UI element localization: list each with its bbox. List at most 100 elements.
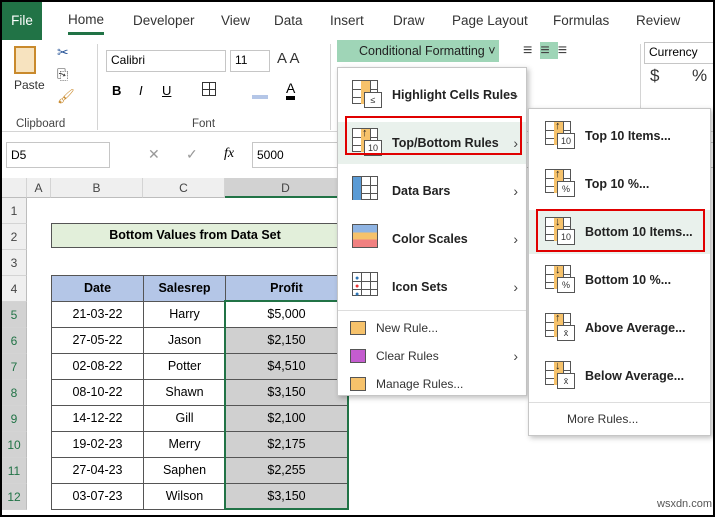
tab-developer[interactable]: Developer — [133, 2, 195, 40]
cut-icon[interactable]: ✂ — [57, 44, 69, 61]
grid-icon — [352, 224, 378, 248]
menu-item-label: New Rule... — [376, 321, 439, 335]
tab-review[interactable]: Review — [636, 2, 680, 40]
underline-button[interactable]: U — [162, 83, 171, 98]
tab-insert[interactable]: Insert — [330, 2, 364, 40]
bold-button[interactable]: B — [112, 83, 121, 98]
enter-icon[interactable]: ✓ — [186, 146, 198, 163]
table-cell[interactable]: Merry — [143, 431, 226, 458]
column-header-d[interactable]: D — [225, 178, 347, 198]
table-cell[interactable]: 14-12-22 — [51, 405, 144, 432]
row-header[interactable]: 4 — [2, 276, 27, 302]
table-cell[interactable]: 08-10-22 — [51, 379, 144, 406]
tab-data[interactable]: Data — [274, 2, 303, 40]
table-title: Bottom Values from Data Set — [51, 223, 339, 248]
row-header[interactable]: 9 — [2, 406, 27, 432]
table-cell[interactable]: 19-02-23 — [51, 431, 144, 458]
row-header[interactable]: 10 — [2, 432, 27, 458]
column-header-b[interactable]: B — [51, 178, 143, 198]
submenu-item-label: Bottom 10 %... — [585, 273, 672, 287]
badge-icon: ≤ — [364, 92, 382, 108]
row-header[interactable]: 7 — [2, 354, 27, 380]
paste-button[interactable]: Paste — [14, 78, 45, 92]
accounting-format-button[interactable]: $ — [650, 66, 659, 86]
tab-page-layout[interactable]: Page Layout — [452, 2, 528, 40]
conditional-formatting-button[interactable]: Conditional Formatting ˅ — [337, 40, 499, 62]
table-cell[interactable]: Wilson — [143, 483, 226, 510]
select-all[interactable] — [2, 178, 27, 198]
alignment-icons[interactable]: ≡≡≡ — [523, 42, 575, 60]
submenu-item-top-10-items[interactable]: ↑ 10 Top 10 Items... — [529, 114, 710, 158]
column-header-a[interactable]: A — [27, 178, 51, 198]
row-header[interactable]: 6 — [2, 328, 27, 354]
menu-item-highlight-cells-rules[interactable]: ≤ Highlight Cells Rules › — [338, 74, 526, 116]
menu-item-icon-sets[interactable]: ● ● ● Icon Sets › — [338, 266, 526, 308]
submenu-item-top-10-percent[interactable]: ↑% Top 10 %... — [529, 162, 710, 206]
chevron-right-icon: › — [513, 183, 518, 199]
menu-item-manage-rules[interactable]: Manage Rules... — [338, 370, 526, 398]
row-header[interactable]: 2 — [2, 224, 27, 250]
row-header[interactable]: 12 — [2, 484, 27, 510]
table-cell[interactable]: 02-08-22 — [51, 353, 144, 380]
row-header[interactable]: 3 — [2, 250, 27, 276]
divider — [338, 310, 526, 311]
tab-home[interactable]: Home — [68, 2, 105, 35]
new-rule-icon — [350, 321, 366, 335]
menu-item-label: Clear Rules — [376, 349, 439, 363]
submenu-item-above-average[interactable]: ↑ x̄ Above Average... — [529, 306, 710, 350]
top-10-percent-icon: ↑% — [545, 168, 577, 199]
tab-formulas[interactable]: Formulas — [553, 2, 609, 40]
font-name-select[interactable]: Calibri — [106, 50, 226, 72]
font-color-icon[interactable]: A — [286, 80, 296, 100]
chevron-right-icon: › — [513, 279, 518, 295]
menu-item-new-rule[interactable]: New Rule... — [338, 314, 526, 342]
table-cell[interactable]: Jason — [143, 327, 226, 354]
badge-icon: x̄ — [557, 373, 575, 389]
format-painter-icon[interactable]: 🖌 — [57, 88, 75, 105]
table-cell[interactable]: Harry — [143, 301, 226, 328]
font-size-icons[interactable]: A A — [277, 50, 300, 67]
tab-draw[interactable]: Draw — [393, 2, 425, 40]
table-cell[interactable]: 03-07-23 — [51, 483, 144, 510]
paste-icon[interactable] — [14, 46, 36, 74]
borders-icon[interactable] — [202, 82, 216, 96]
table-cell[interactable]: 27-05-22 — [51, 327, 144, 354]
table-cell[interactable]: Saphen — [143, 457, 226, 484]
row-header[interactable]: 8 — [2, 380, 27, 406]
row-header[interactable]: 1 — [2, 198, 27, 224]
menu-item-color-scales[interactable]: Color Scales › — [338, 218, 526, 260]
percent-style-button[interactable]: % — [692, 66, 707, 86]
number-format-select[interactable]: Currency — [644, 42, 713, 64]
row-header[interactable]: 11 — [2, 458, 27, 484]
table-cell[interactable]: Shawn — [143, 379, 226, 406]
badge-icon: 10 — [557, 133, 575, 149]
table-cell[interactable]: Gill — [143, 405, 226, 432]
name-box[interactable]: D5 — [6, 142, 110, 168]
tab-view[interactable]: View — [221, 2, 250, 40]
submenu-item-below-average[interactable]: ↓ x̄ Below Average... — [529, 354, 710, 398]
fill-color-icon[interactable] — [252, 95, 268, 99]
table-cell[interactable]: Potter — [143, 353, 226, 380]
manage-rules-icon — [350, 377, 366, 391]
table-cell[interactable]: 21-03-22 — [51, 301, 144, 328]
icon-sets-icon: ● ● ● — [352, 272, 384, 302]
more-rules-item[interactable]: More Rules... — [529, 405, 710, 433]
menu-item-clear-rules[interactable]: Clear Rules › — [338, 342, 526, 370]
menu-item-data-bars[interactable]: Data Bars › — [338, 170, 526, 212]
submenu-item-bottom-10-percent[interactable]: ↓% Bottom 10 %... — [529, 258, 710, 302]
badge-icon: x̄ — [557, 325, 575, 341]
grid-icon: ● ● ● — [352, 272, 378, 298]
menu-item-label: Manage Rules... — [376, 377, 464, 391]
insert-function-button[interactable]: fx — [224, 146, 234, 162]
table-cell[interactable]: 27-04-23 — [51, 457, 144, 484]
font-size-select[interactable]: 11 — [230, 50, 270, 72]
copy-icon[interactable]: ⎘ — [57, 66, 68, 83]
column-header-c[interactable]: C — [143, 178, 225, 198]
italic-button[interactable]: I — [139, 83, 143, 98]
grid-icon — [352, 176, 378, 200]
cancel-icon[interactable]: ✕ — [148, 146, 160, 163]
row-header[interactable]: 5 — [2, 302, 27, 328]
tab-file[interactable]: File — [2, 2, 42, 40]
submenu-item-label: Above Average... — [585, 321, 686, 335]
highlight-box — [345, 116, 522, 155]
